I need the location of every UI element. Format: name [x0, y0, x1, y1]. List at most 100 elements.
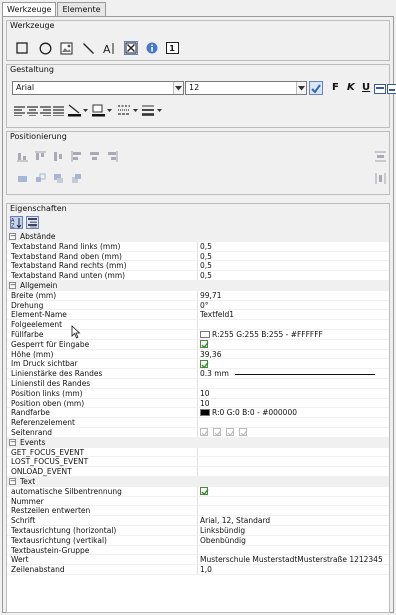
- checkbox-checked-icon[interactable]: [200, 340, 209, 349]
- property-row-position-links-mm[interactable]: Position links (mm) 10: [7, 388, 389, 399]
- column-divider[interactable]: [197, 261, 198, 271]
- column-divider[interactable]: [197, 535, 198, 545]
- property-row-linienstil-des-randes[interactable]: Linienstil des Randes: [7, 378, 389, 389]
- property-value[interactable]: Arial, 12, Standard: [200, 516, 385, 526]
- property-value[interactable]: [200, 340, 385, 350]
- column-divider[interactable]: [197, 555, 198, 565]
- category-text[interactable]: − Text: [7, 476, 389, 487]
- image-icon[interactable]: [59, 41, 73, 55]
- column-divider[interactable]: [197, 310, 198, 320]
- property-value[interactable]: 10: [200, 389, 385, 399]
- ellipse-icon[interactable]: [38, 41, 52, 55]
- property-row-seitenrand[interactable]: Seitenrand: [7, 427, 389, 438]
- sort-categorized-icon[interactable]: [26, 216, 39, 229]
- align-left-icon[interactable]: [12, 104, 26, 118]
- info-icon[interactable]: [145, 41, 159, 55]
- sort-alphabetical-icon[interactable]: AZ: [10, 216, 23, 229]
- property-value[interactable]: 0°: [200, 301, 385, 311]
- align-center-objects-icon[interactable]: [87, 149, 101, 163]
- property-row-textausrichtung-horizontal[interactable]: Textausrichtung (horizontal) Linksbündig: [7, 525, 389, 536]
- property-row-schrift[interactable]: Schrift Arial, 12, Standard: [7, 516, 389, 526]
- property-value[interactable]: 99,71: [200, 291, 385, 301]
- line-width-button[interactable]: [141, 103, 163, 117]
- column-divider[interactable]: [197, 388, 198, 398]
- property-row-automatische-silbentrennung[interactable]: automatische Silbentrennung: [7, 486, 389, 497]
- fill-color-button[interactable]: [91, 103, 113, 117]
- align-left-objects-icon[interactable]: [69, 149, 83, 163]
- property-value[interactable]: [200, 428, 385, 438]
- distribute-vertical-icon[interactable]: [373, 149, 387, 163]
- column-divider[interactable]: [197, 359, 198, 369]
- property-row-textabstand-rand-oben-mm[interactable]: Textabstand Rand oben (mm) 0,5: [7, 251, 389, 262]
- property-value[interactable]: 0,5: [200, 252, 385, 262]
- property-row-linienstärke-des-randes[interactable]: Linienstärke des Randes 0.3 mm: [7, 369, 389, 379]
- property-row-höhe-mm[interactable]: Höhe (mm) 39,36: [7, 349, 389, 360]
- column-divider[interactable]: [197, 496, 198, 506]
- column-divider[interactable]: [197, 467, 198, 476]
- property-value[interactable]: Textfeld1: [200, 310, 385, 320]
- property-row-randfarbe[interactable]: Randfarbe R:0 G:0 B:0 - #000000: [7, 408, 389, 419]
- text-frame-alt-icon[interactable]: [385, 82, 396, 96]
- column-divider[interactable]: [197, 339, 198, 349]
- checkbox-disabled-icon[interactable]: [226, 428, 235, 437]
- property-value[interactable]: 39,36: [200, 350, 385, 360]
- align-middle-icon[interactable]: [51, 149, 65, 163]
- property-row-breite-mm[interactable]: Breite (mm) 99,71: [7, 290, 389, 301]
- checkbox-disabled-icon[interactable]: [200, 428, 209, 437]
- property-value[interactable]: 0.3 mm: [200, 369, 385, 379]
- column-divider[interactable]: [197, 369, 198, 378]
- property-value[interactable]: Musterschule MusterstadtMusterstraße 121…: [200, 555, 385, 565]
- checkbox-checked-icon[interactable]: [200, 359, 209, 369]
- category-allgemein[interactable]: − Allgemein: [7, 280, 389, 291]
- column-divider[interactable]: [197, 525, 198, 535]
- line-icon[interactable]: [81, 41, 95, 55]
- line-style-button[interactable]: [117, 103, 139, 117]
- property-row-wert[interactable]: Wert Musterschule MusterstadtMusterstraße…: [7, 555, 389, 566]
- property-value[interactable]: 0,5: [200, 261, 385, 271]
- column-divider[interactable]: [197, 271, 198, 280]
- column-divider[interactable]: [197, 565, 198, 574]
- property-row-onload-event[interactable]: ONLOAD_EVENT: [7, 467, 389, 477]
- column-divider[interactable]: [197, 290, 198, 300]
- property-value[interactable]: R:255 G:255 B:255 - #FFFFFF: [200, 330, 385, 340]
- text-icon[interactable]: A: [102, 41, 116, 55]
- column-divider[interactable]: [197, 241, 198, 251]
- property-row-textbaustein-gruppe[interactable]: Textbaustein-Gruppe: [7, 545, 389, 556]
- property-value[interactable]: Linksbündig: [200, 526, 385, 536]
- property-row-textabstand-rand-rechts-mm[interactable]: Textabstand Rand rechts (mm) 0,5: [7, 261, 389, 272]
- font-size-select[interactable]: 12: [185, 81, 307, 95]
- tab-elemente[interactable]: Elemente: [57, 2, 106, 17]
- category-events[interactable]: − Events: [7, 437, 389, 448]
- bold-button[interactable]: F: [332, 82, 339, 94]
- collapse-icon[interactable]: −: [9, 438, 16, 446]
- align-center-icon[interactable]: [25, 104, 39, 118]
- property-row-nummer[interactable]: Nummer: [7, 496, 389, 507]
- property-row-folgeelement[interactable]: Folgeelement: [7, 320, 389, 330]
- collapse-icon[interactable]: −: [9, 233, 16, 240]
- property-row-textabstand-rand-links-mm[interactable]: Textabstand Rand links (mm) 0,5: [7, 241, 389, 252]
- page-number-icon[interactable]: 1: [165, 41, 179, 55]
- column-divider[interactable]: [197, 506, 198, 516]
- property-value[interactable]: R:0 G:0 B:0 - #000000: [200, 408, 385, 418]
- underline-button[interactable]: U: [362, 82, 370, 94]
- column-divider[interactable]: [197, 378, 198, 388]
- property-row-gesperrt-für-eingabe[interactable]: Gesperrt für Eingabe: [7, 339, 389, 350]
- property-row-element-name[interactable]: Element-Name Textfeld1: [7, 310, 389, 321]
- property-value[interactable]: 0,5: [200, 271, 385, 281]
- italic-button[interactable]: K: [347, 82, 355, 94]
- property-row-drehung[interactable]: Drehung 0°: [7, 300, 389, 311]
- property-row-zeilenabstand[interactable]: Zeilenabstand 1,0: [7, 565, 389, 575]
- collapse-icon[interactable]: −: [9, 477, 16, 485]
- apply-button[interactable]: [309, 81, 323, 95]
- checkbox-disabled-icon[interactable]: [213, 428, 222, 437]
- column-divider[interactable]: [197, 486, 198, 496]
- property-value[interactable]: 0,5: [200, 242, 385, 252]
- checkbox-checked-icon[interactable]: [200, 487, 209, 496]
- property-value[interactable]: 1,0: [200, 565, 385, 575]
- property-row-füllfarbe[interactable]: Füllfarbe R:255 G:255 B:255 - #FFFFFF: [7, 329, 389, 340]
- property-row-lost-focus-event[interactable]: LOST_FOCUS_EVENT: [7, 457, 389, 468]
- column-divider[interactable]: [197, 545, 198, 555]
- category-abstände[interactable]: − Abstände: [7, 232, 389, 242]
- bring-front-icon[interactable]: [15, 171, 29, 185]
- chevron-down-icon[interactable]: [296, 82, 306, 94]
